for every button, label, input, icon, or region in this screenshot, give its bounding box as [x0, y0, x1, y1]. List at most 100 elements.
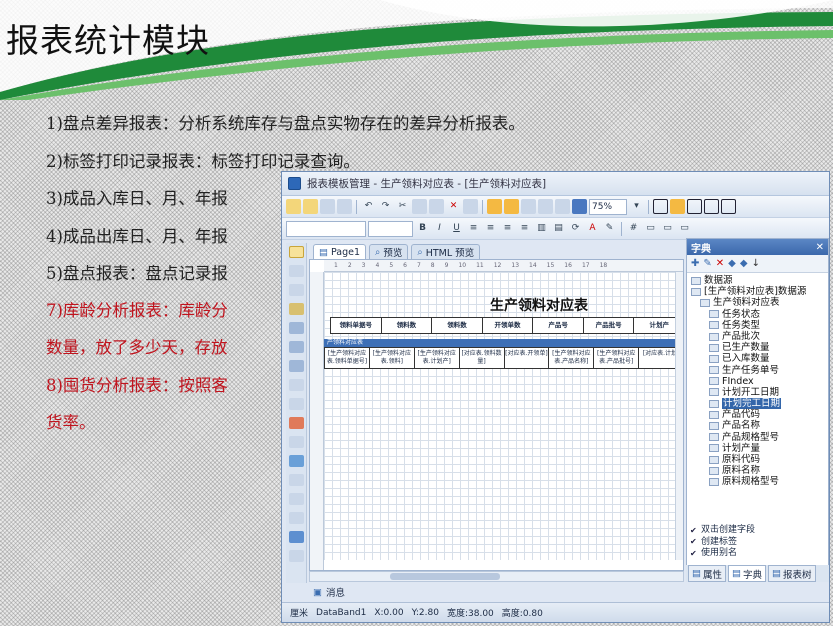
fill-icon[interactable]: [670, 199, 685, 214]
subreport-component-icon[interactable]: [289, 512, 304, 524]
checkbox-component-icon[interactable]: [289, 493, 304, 505]
option-item[interactable]: ✔ 使用别名: [690, 548, 829, 560]
data-cell[interactable]: [生产领料对应表.领料]: [370, 348, 415, 368]
tree-node[interactable]: 生产领料对应表: [691, 297, 828, 308]
wrap-icon[interactable]: ▤: [551, 221, 566, 236]
move-down-icon[interactable]: ◆: [728, 258, 736, 269]
column-header[interactable]: 领料单据号: [331, 318, 382, 333]
delete-icon[interactable]: ✕: [716, 258, 724, 269]
layout-icon[interactable]: ▭: [643, 221, 658, 236]
layout-icon[interactable]: ▭: [660, 221, 675, 236]
chart-component-icon[interactable]: [289, 531, 304, 543]
vertical-scrollbar[interactable]: [675, 272, 683, 560]
chevron-down-icon[interactable]: ▾: [629, 199, 644, 214]
band-tool-icon[interactable]: [289, 322, 304, 334]
tree-node[interactable]: 生产任务单号: [691, 365, 828, 376]
text-component-icon[interactable]: [289, 379, 304, 391]
data-band-header[interactable]: 产领料对应表: [324, 339, 683, 347]
frame-icon[interactable]: [721, 199, 736, 214]
sort-icon[interactable]: ↓: [752, 258, 760, 269]
tree-node[interactable]: 原料名称: [691, 465, 828, 476]
new-icon[interactable]: [286, 199, 301, 214]
paste-icon[interactable]: [429, 199, 444, 214]
brush-tool-icon[interactable]: [289, 303, 304, 315]
tree-node[interactable]: 计划完工日期: [691, 398, 828, 410]
page-icon[interactable]: [337, 199, 352, 214]
message-tab[interactable]: ▣ 消息: [309, 585, 684, 600]
tree-node[interactable]: FIndex: [691, 376, 828, 387]
tab-properties[interactable]: ▤ 属性: [688, 565, 726, 582]
undo-icon[interactable]: ↶: [361, 199, 376, 214]
hand-tool-icon[interactable]: [289, 265, 304, 277]
grid-snap-icon[interactable]: #: [626, 221, 641, 236]
align-left-icon[interactable]: ≡: [466, 221, 481, 236]
report-design-canvas[interactable]: 1 2 3 4 5 6 7 8 9 10 11 12 13 14 15 16 17 18 生产领料对应表 领料单据…: [309, 259, 684, 571]
highlight-icon[interactable]: ✎: [602, 221, 617, 236]
window-titlebar[interactable]: 报表模板管理 - 生产领料对应表 - [生产领料对应表]: [282, 172, 829, 196]
tree-node[interactable]: 产品名称: [691, 420, 828, 431]
textbox-component-icon[interactable]: [289, 398, 304, 410]
tab-page1[interactable]: ▤ Page1: [313, 244, 367, 259]
align-icon[interactable]: [521, 199, 536, 214]
panel-tool-icon[interactable]: [289, 360, 304, 372]
column-header[interactable]: 开领单数: [483, 318, 534, 333]
image-component-icon[interactable]: [289, 417, 304, 429]
cut-icon[interactable]: ✂: [395, 199, 410, 214]
valign-icon[interactable]: ▥: [534, 221, 549, 236]
band-icon[interactable]: [504, 199, 519, 214]
close-icon[interactable]: ✕: [816, 242, 824, 253]
data-cell[interactable]: [对应表.开领单]: [505, 348, 550, 368]
edit-icon[interactable]: ✎: [703, 258, 711, 269]
unit-selector[interactable]: 厘米: [290, 606, 308, 619]
pointer-tool-icon[interactable]: [289, 246, 304, 258]
tree-node[interactable]: 产品代码: [691, 409, 828, 420]
open-icon[interactable]: [303, 199, 318, 214]
tree-node[interactable]: 计划开工日期: [691, 387, 828, 398]
scrollbar-thumb[interactable]: [390, 573, 500, 580]
tree-node[interactable]: 计划产量: [691, 443, 828, 454]
tree-node[interactable]: [生产领料对应表]数据源: [691, 286, 828, 297]
barcode-component-icon[interactable]: [289, 436, 304, 448]
tree-node[interactable]: 已入库数量: [691, 353, 828, 364]
column-header[interactable]: 产品批号: [584, 318, 635, 333]
cross-band-tool-icon[interactable]: [289, 341, 304, 353]
move-up-icon[interactable]: ◆: [740, 258, 748, 269]
zoom-page-icon[interactable]: [572, 199, 587, 214]
data-cell[interactable]: [生产领料对应表.产品批号]: [594, 348, 640, 368]
data-cell[interactable]: [生产领料对应表.产品名称]: [549, 348, 595, 368]
justify-icon[interactable]: ≡: [517, 221, 532, 236]
zoom-select[interactable]: 75%: [589, 198, 627, 215]
frame-icon[interactable]: [687, 199, 702, 214]
report-title[interactable]: 生产领料对应表: [490, 295, 588, 315]
tab-preview[interactable]: ⌕ 预览: [369, 244, 409, 259]
grid-icon[interactable]: [487, 199, 502, 214]
tree-node[interactable]: 产品批次: [691, 331, 828, 342]
new-item-icon[interactable]: ✚: [691, 258, 699, 269]
text-tool-icon[interactable]: [289, 284, 304, 296]
option-item[interactable]: ✔ 双击创建字段: [690, 525, 829, 537]
shape-component-icon[interactable]: [289, 455, 304, 467]
bold-icon[interactable]: B: [415, 221, 430, 236]
italic-icon[interactable]: I: [432, 221, 447, 236]
align-right-icon[interactable]: ≡: [500, 221, 515, 236]
format-icon[interactable]: [555, 199, 570, 214]
border-icon[interactable]: [653, 199, 668, 214]
style-icon[interactable]: [538, 199, 553, 214]
table-component-icon[interactable]: [289, 550, 304, 562]
line-component-icon[interactable]: [289, 474, 304, 486]
tab-report-tree[interactable]: ▤ 报表树: [768, 565, 816, 582]
select-all-icon[interactable]: [463, 199, 478, 214]
data-cell[interactable]: [生产领料对应表.计划产]: [415, 348, 460, 368]
option-item[interactable]: ✔ 创建标签: [690, 537, 829, 549]
delete-icon[interactable]: ✕: [446, 199, 461, 214]
data-cell[interactable]: [对应表.领料数量]: [460, 348, 505, 368]
tree-node[interactable]: 原料规格型号: [691, 476, 828, 487]
layout-icon[interactable]: ▭: [677, 221, 692, 236]
tree-node[interactable]: 任务类型: [691, 320, 828, 331]
underline-icon[interactable]: U: [449, 221, 464, 236]
rotate-icon[interactable]: ⟳: [568, 221, 583, 236]
align-center-icon[interactable]: ≡: [483, 221, 498, 236]
tab-dictionary[interactable]: ▤ 字典: [728, 565, 766, 582]
column-header[interactable]: 产品号: [533, 318, 584, 333]
save-icon[interactable]: [320, 199, 335, 214]
